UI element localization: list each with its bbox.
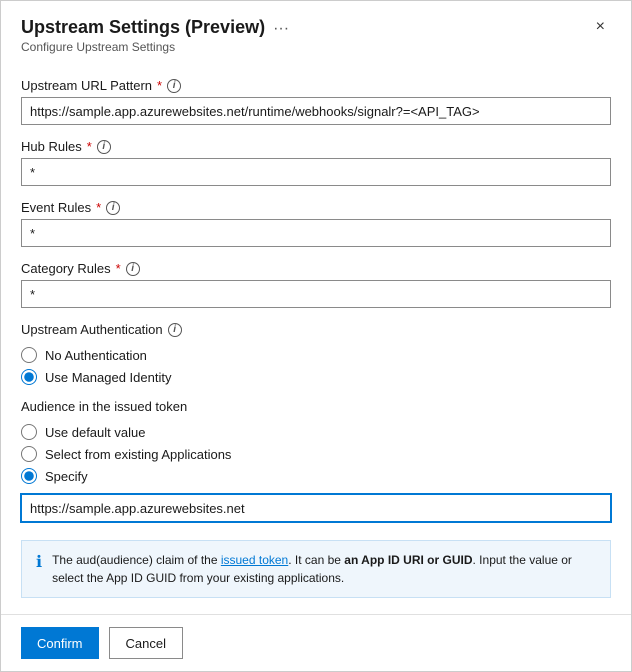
event-rules-input[interactable] [21,219,611,247]
audience-radio-group: Use default value Select from existing A… [21,424,611,484]
dialog-title-area: Upstream Settings (Preview) ··· Configur… [21,17,289,54]
upstream-url-label: Upstream URL Pattern * i [21,78,611,93]
dialog-header: Upstream Settings (Preview) ··· Configur… [1,1,631,62]
radio-no-auth-input[interactable] [21,347,37,363]
required-star-hub: * [87,139,92,154]
category-rules-label: Category Rules * i [21,261,611,276]
radio-no-auth-label: No Authentication [45,348,147,363]
authentication-info-icon[interactable]: i [168,323,182,337]
dialog-ellipsis-icon[interactable]: ··· [273,20,289,38]
info-banner-text: The aud(audience) claim of the issued to… [52,551,596,587]
radio-managed-identity[interactable]: Use Managed Identity [21,369,611,385]
upstream-url-input[interactable] [21,97,611,125]
event-rules-label: Event Rules * i [21,200,611,215]
specify-value-input[interactable] [21,494,611,522]
radio-existing-apps[interactable]: Select from existing Applications [21,446,611,462]
authentication-radio-group: No Authentication Use Managed Identity [21,347,611,385]
hub-rules-info-icon[interactable]: i [97,140,111,154]
radio-default-value-input[interactable] [21,424,37,440]
info-banner: ℹ The aud(audience) claim of the issued … [21,540,611,598]
authentication-section: Upstream Authentication i No Authenticat… [21,322,611,385]
hub-rules-field: Hub Rules * i [21,139,611,186]
radio-managed-identity-input[interactable] [21,369,37,385]
event-rules-field: Event Rules * i [21,200,611,247]
upstream-url-field: Upstream URL Pattern * i [21,78,611,125]
category-rules-info-icon[interactable]: i [126,262,140,276]
info-banner-icon: ℹ [36,552,42,572]
dialog-body: Upstream URL Pattern * i Hub Rules * i E… [1,62,631,614]
dialog-title: Upstream Settings (Preview) [21,17,265,38]
radio-default-value-label: Use default value [45,425,145,440]
close-button[interactable]: × [590,17,611,37]
upstream-url-info-icon[interactable]: i [167,79,181,93]
dialog-footer: Confirm Cancel [1,614,631,671]
category-rules-input[interactable] [21,280,611,308]
radio-default-value[interactable]: Use default value [21,424,611,440]
radio-existing-apps-label: Select from existing Applications [45,447,231,462]
dialog: Upstream Settings (Preview) ··· Configur… [0,0,632,672]
radio-no-auth[interactable]: No Authentication [21,347,611,363]
cancel-button[interactable]: Cancel [109,627,183,659]
audience-label: Audience in the issued token [21,399,611,414]
confirm-button[interactable]: Confirm [21,627,99,659]
radio-specify-label: Specify [45,469,88,484]
authentication-label: Upstream Authentication i [21,322,611,337]
dialog-subtitle: Configure Upstream Settings [21,40,289,54]
issued-token-link[interactable]: issued token [221,553,288,567]
dialog-title-row: Upstream Settings (Preview) ··· [21,17,289,38]
category-rules-field: Category Rules * i [21,261,611,308]
radio-existing-apps-input[interactable] [21,446,37,462]
required-star-category: * [116,261,121,276]
radio-specify[interactable]: Specify [21,468,611,484]
radio-managed-identity-label: Use Managed Identity [45,370,171,385]
radio-specify-input[interactable] [21,468,37,484]
event-rules-info-icon[interactable]: i [106,201,120,215]
required-star-event: * [96,200,101,215]
hub-rules-input[interactable] [21,158,611,186]
audience-section: Audience in the issued token Use default… [21,399,611,522]
required-star: * [157,78,162,93]
hub-rules-label: Hub Rules * i [21,139,611,154]
